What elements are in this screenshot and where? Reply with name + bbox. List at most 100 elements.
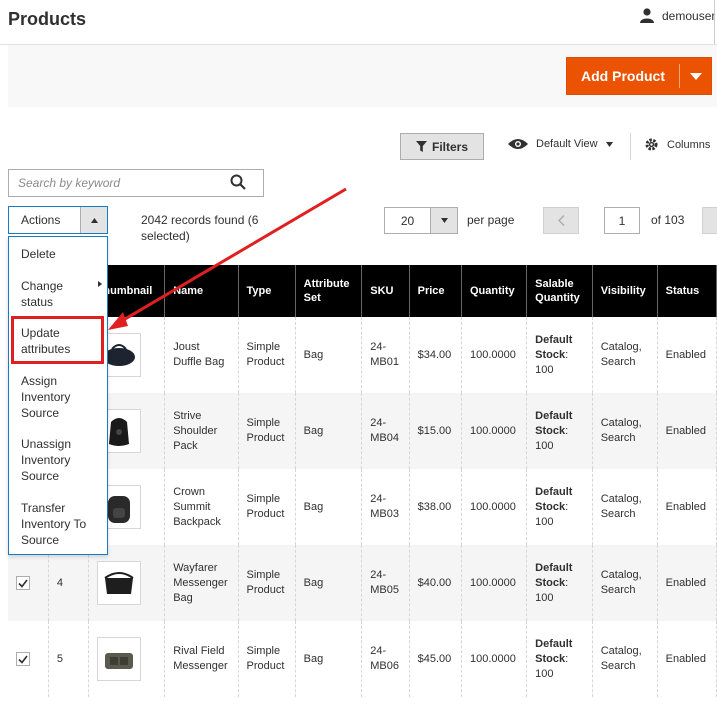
per-page-toggle[interactable] bbox=[430, 208, 457, 233]
column-header-salable-quantity[interactable]: Salable Quantity bbox=[526, 265, 593, 317]
highlight-box bbox=[11, 316, 104, 364]
price-cell: $38.00 bbox=[409, 469, 462, 545]
column-header-sku[interactable]: SKU bbox=[361, 265, 410, 317]
name-cell: Joust Duffle Bag bbox=[164, 317, 239, 393]
sku-cell: 24-MB05 bbox=[361, 545, 410, 621]
add-product-toggle[interactable] bbox=[680, 58, 711, 94]
table-row[interactable]: 5 Rival Field Messenger Simple Product Bag 2… bbox=[8, 621, 717, 697]
salable-stock-label: Default Stock bbox=[535, 409, 573, 437]
product-thumbnail[interactable] bbox=[96, 561, 141, 605]
chevron-right-icon bbox=[98, 281, 102, 287]
actions-label: Actions bbox=[21, 213, 61, 227]
divider bbox=[714, 0, 715, 44]
salable-stock-value: 100 bbox=[535, 591, 554, 604]
sku-cell: 24-MB06 bbox=[361, 621, 410, 697]
next-page-button[interactable] bbox=[702, 207, 717, 234]
salable-quantity-cell: Default Stock: 100 bbox=[526, 621, 593, 697]
products-grid: Thumbnail Name Type Attribute Set SKU Pr… bbox=[8, 265, 717, 697]
salable-quantity-cell: Default Stock: 100 bbox=[526, 317, 593, 393]
table-row[interactable]: 3Crown Summit BackpackSimple ProductBag2… bbox=[8, 469, 717, 545]
eye-icon bbox=[508, 139, 528, 149]
status-cell: Enabled bbox=[657, 469, 717, 545]
divider bbox=[679, 64, 680, 88]
salable-stock-value: 100 bbox=[535, 515, 554, 528]
row-checkbox[interactable] bbox=[16, 576, 30, 590]
name-cell: Wayfarer Messenger Bag bbox=[164, 545, 239, 621]
type-cell: Simple Product bbox=[238, 317, 296, 393]
row-checkbox-cell[interactable] bbox=[8, 621, 49, 697]
chevron-left-icon bbox=[557, 215, 565, 226]
default-view-label: Default View bbox=[536, 138, 598, 150]
thumbnail-cell[interactable] bbox=[88, 545, 166, 621]
menu-item-assign-inventory-source[interactable]: Assign Inventory Source bbox=[21, 373, 83, 421]
quantity-cell: 100.0000 bbox=[461, 393, 528, 469]
chevron-down-icon bbox=[440, 218, 448, 223]
salable-stock-label: Default Stock bbox=[535, 561, 573, 589]
visibility-cell: Catalog, Search bbox=[592, 621, 658, 697]
default-view-dropdown[interactable]: Default View bbox=[508, 138, 613, 150]
backpack-icon bbox=[107, 496, 130, 523]
add-product-button[interactable]: Add Product bbox=[566, 57, 712, 95]
products-table: Thumbnail Name Type Attribute Set SKU Pr… bbox=[8, 265, 717, 697]
field-messenger-icon bbox=[104, 653, 133, 669]
search-icon[interactable] bbox=[230, 174, 246, 190]
menu-item-delete[interactable]: Delete bbox=[21, 246, 101, 262]
columns-dropdown[interactable]: Columns bbox=[645, 138, 710, 151]
status-cell: Enabled bbox=[657, 393, 717, 469]
table-row[interactable]: 2Strive Shoulder PackSimple ProductBag24… bbox=[8, 393, 717, 469]
name-cell: Rival Field Messenger bbox=[164, 621, 239, 697]
product-thumbnail[interactable] bbox=[96, 637, 141, 681]
type-cell: Simple Product bbox=[238, 621, 296, 697]
total-pages: of 103 bbox=[651, 213, 685, 227]
row-checkbox-cell[interactable] bbox=[8, 545, 49, 621]
price-cell: $40.00 bbox=[409, 545, 462, 621]
salable-quantity-cell: Default Stock: 100 bbox=[526, 469, 593, 545]
filters-label: Filters bbox=[431, 139, 468, 154]
column-header-type[interactable]: Type bbox=[238, 265, 296, 317]
row-checkbox[interactable] bbox=[16, 652, 30, 666]
per-page-select[interactable]: 20 bbox=[384, 207, 458, 234]
add-product-label[interactable]: Add Product bbox=[567, 58, 679, 94]
column-header-visibility[interactable]: Visibility bbox=[592, 265, 658, 317]
price-cell: $15.00 bbox=[409, 393, 462, 469]
filters-button[interactable]: Filters bbox=[400, 133, 484, 160]
messenger-bag-icon bbox=[104, 572, 134, 594]
chevron-down-icon bbox=[605, 141, 613, 147]
status-cell: Enabled bbox=[657, 545, 717, 621]
menu-item-unassign-inventory-source[interactable]: Unassign Inventory Source bbox=[21, 436, 83, 484]
type-cell: Simple Product bbox=[238, 469, 296, 545]
attribute-set-cell: Bag bbox=[295, 469, 363, 545]
thumbnail-cell[interactable] bbox=[88, 621, 166, 697]
column-header-price[interactable]: Price bbox=[409, 265, 462, 317]
user-menu[interactable]: demouser bbox=[640, 8, 715, 23]
username: demouser bbox=[662, 8, 716, 23]
gear-icon bbox=[645, 138, 658, 151]
quantity-cell: 100.0000 bbox=[461, 317, 528, 393]
attribute-set-cell: Bag bbox=[295, 621, 363, 697]
type-cell: Simple Product bbox=[238, 545, 296, 621]
attribute-set-cell: Bag bbox=[295, 545, 363, 621]
actions-toggle[interactable] bbox=[80, 207, 107, 233]
column-header-quantity[interactable]: Quantity bbox=[461, 265, 528, 317]
search-input[interactable]: Search by keyword bbox=[8, 169, 264, 197]
name-cell: Crown Summit Backpack bbox=[164, 469, 239, 545]
actions-dropdown[interactable]: Actions bbox=[8, 206, 108, 234]
per-page-value: 20 bbox=[400, 213, 415, 228]
table-row[interactable]: 4 Wayfarer Messenger Bag Simple Product Bag… bbox=[8, 545, 717, 621]
visibility-cell: Catalog, Search bbox=[592, 317, 658, 393]
salable-stock-value: 100 bbox=[535, 363, 554, 376]
salable-stock-value: 100 bbox=[535, 439, 554, 452]
salable-quantity-cell: Default Stock: 100 bbox=[526, 393, 593, 469]
current-page-input[interactable]: 1 bbox=[604, 207, 640, 234]
column-header-name[interactable]: Name bbox=[164, 265, 239, 317]
columns-label: Columns bbox=[667, 138, 711, 151]
column-header-status[interactable]: Status bbox=[657, 265, 717, 317]
column-header-attribute-set[interactable]: Attribute Set bbox=[295, 265, 363, 317]
previous-page-button[interactable] bbox=[543, 207, 579, 234]
status-cell: Enabled bbox=[657, 317, 717, 393]
menu-item-transfer-inventory-to-source[interactable]: Transfer Inventory To Source bbox=[21, 500, 99, 548]
attribute-set-cell: Bag bbox=[295, 317, 363, 393]
table-row[interactable]: 1Joust Duffle BagSimple ProductBag24-MB0… bbox=[8, 317, 717, 393]
table-header-row: Thumbnail Name Type Attribute Set SKU Pr… bbox=[8, 265, 717, 317]
menu-item-change-status[interactable]: Change status bbox=[21, 278, 93, 310]
